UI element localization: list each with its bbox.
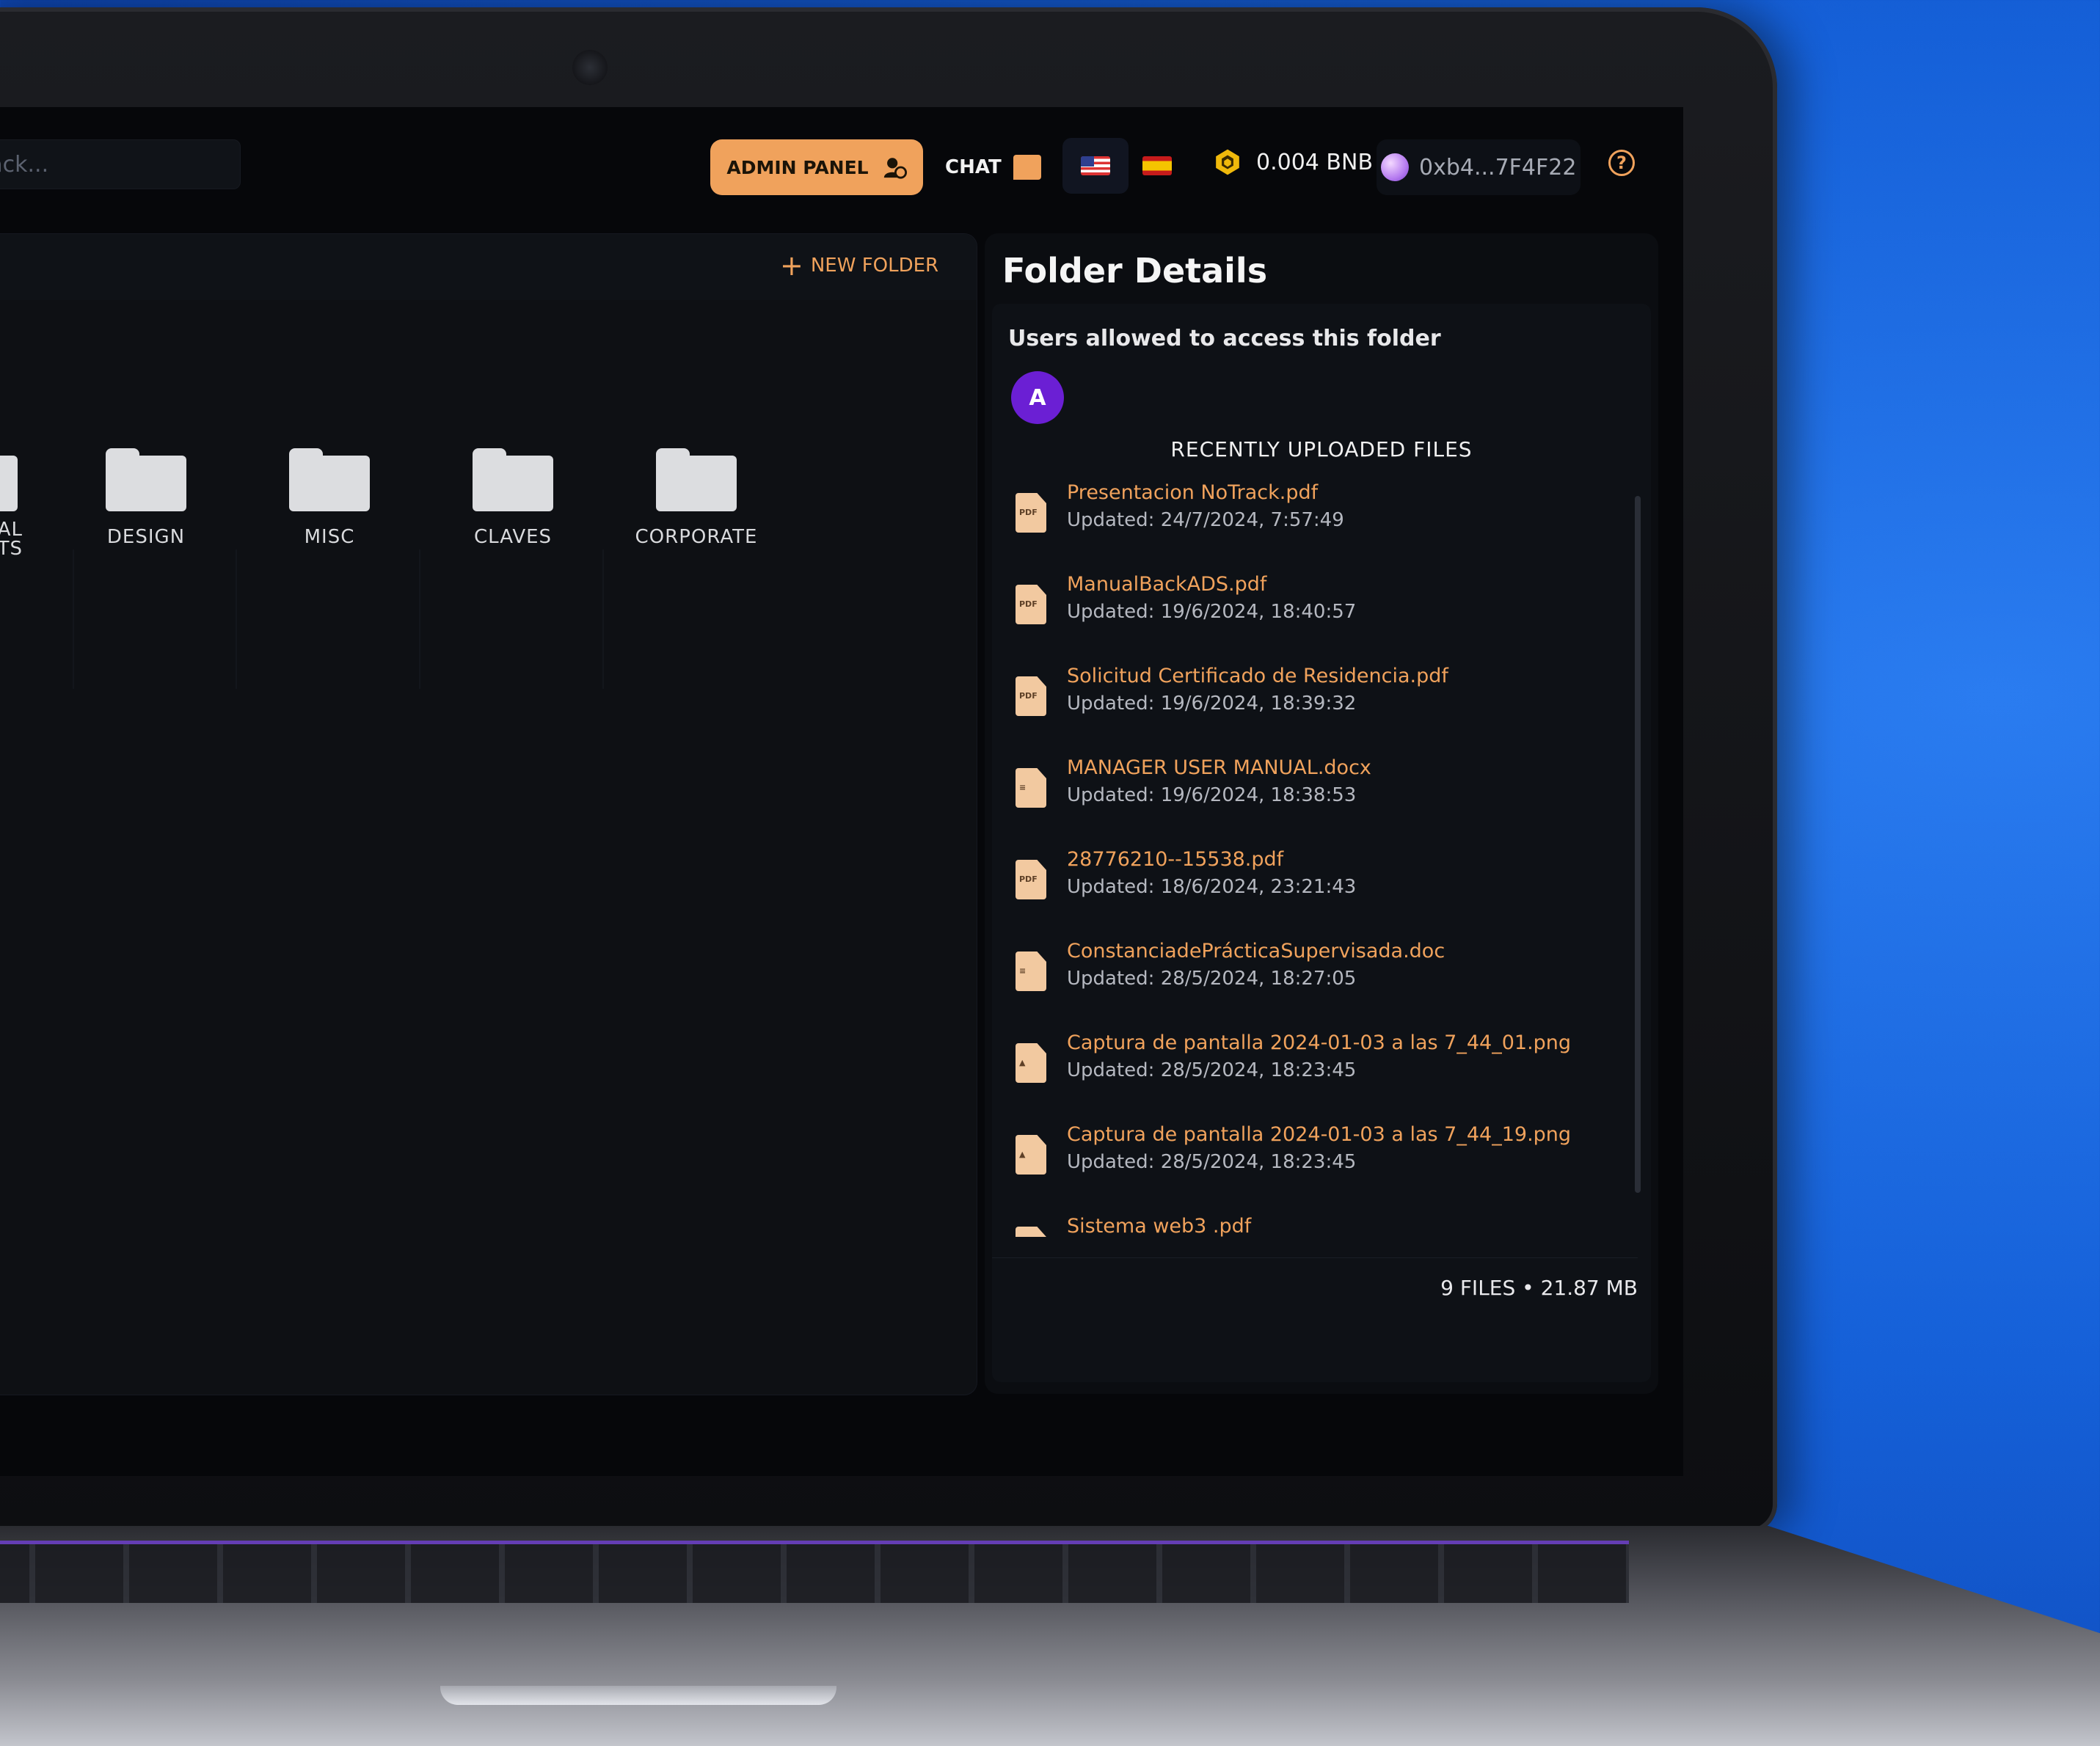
users-access-label: Users allowed to access this folder [1008, 326, 1441, 351]
folder-design[interactable]: DESIGN [74, 448, 218, 548]
file-updated: Updated: 19/6/2024, 18:39:32 [1067, 693, 1357, 715]
file-name: Captura de pantalla 2024-01-03 a las 7_4… [1067, 1031, 1572, 1054]
language-es-button[interactable] [1124, 138, 1190, 194]
file-name: Solicitud Certificado de Residencia.pdf [1067, 665, 1448, 687]
chat-button[interactable]: CHAT [945, 153, 1041, 182]
help-icon[interactable]: ? [1608, 150, 1635, 176]
file-name: Presentacion NoTrack.pdf [1067, 481, 1319, 504]
image-file-icon: ▲ [1016, 1043, 1046, 1083]
new-folder-button[interactable]: + NEW FOLDER [780, 249, 939, 282]
files-summary: 9 FILES • 21.87 MB [992, 1257, 1638, 1300]
file-item[interactable]: ≡ ConstanciadePrácticaSupervisada.doc Up… [1016, 940, 1617, 1013]
language-en-button[interactable] [1062, 138, 1129, 194]
pdf-file-icon: PDF [1016, 860, 1046, 899]
plus-icon: + [780, 249, 803, 282]
balance-value: 0.004 BNB [1256, 149, 1374, 175]
folder-icon [0, 448, 18, 511]
folders-panel-header: + NEW FOLDER [0, 234, 977, 300]
folder-corporate[interactable]: CORPORATE [624, 448, 768, 548]
doc-file-icon: ≡ [1016, 768, 1046, 808]
file-item[interactable]: PDF Presentacion NoTrack.pdf Updated: 24… [1016, 481, 1617, 555]
file-item[interactable]: ▲ Captura de pantalla 2024-01-03 a las 7… [1016, 1031, 1617, 1105]
file-updated: Updated: 19/6/2024, 18:40:57 [1067, 601, 1357, 623]
file-name: MANAGER USER MANUAL.docx [1067, 756, 1371, 779]
file-name: 28776210--15538.pdf [1067, 848, 1284, 871]
admin-panel-button[interactable]: ADMIN PANEL [710, 139, 923, 195]
file-updated: Updated: 28/5/2024, 18:27:05 [1067, 968, 1357, 990]
laptop-notch [440, 1686, 836, 1705]
divider [236, 549, 237, 689]
pdf-file-icon: PDF [1016, 676, 1046, 716]
file-name: ManualBackADS.pdf [1067, 573, 1267, 596]
folders-panel: + NEW FOLDER AL MENTS DESIGN MISC [0, 233, 977, 1395]
chat-icon [1013, 155, 1041, 180]
file-updated: Updated: 28/5/2024, 18:23:45 [1067, 1059, 1357, 1081]
bnb-icon [1216, 149, 1239, 175]
folder-label: CLAVES [473, 526, 553, 548]
folder-icon [106, 448, 186, 511]
new-folder-label: NEW FOLDER [810, 255, 939, 277]
file-item[interactable]: PDF ManualBackADS.pdf Updated: 19/6/2024… [1016, 573, 1617, 646]
search-input[interactable]: Track... [0, 139, 241, 189]
camera [572, 50, 608, 85]
file-item[interactable]: ▲ Captura de pantalla 2024-01-03 a las 7… [1016, 1123, 1617, 1197]
user-avatar[interactable]: A [1011, 371, 1064, 424]
folder-claves[interactable]: CLAVES [441, 448, 585, 548]
divider [419, 549, 420, 689]
admin-panel-label: ADMIN PANEL [726, 156, 869, 178]
files-scrollbar[interactable] [1635, 496, 1641, 1193]
folder-label: AL MENTS [0, 519, 23, 560]
laptop-lid: Track... ADMIN PANEL CHAT [0, 7, 1777, 1533]
file-name: ConstanciadePrácticaSupervisada.doc [1067, 940, 1445, 963]
folder-label: CORPORATE [635, 526, 758, 548]
balance-display: 0.004 BNB [1214, 148, 1373, 176]
spain-flag-icon [1142, 156, 1172, 175]
folder-icon [656, 448, 737, 511]
file-updated: Updated: 24/7/2024, 7:57:49 [1067, 509, 1344, 531]
chat-label: CHAT [945, 156, 1002, 178]
file-item[interactable]: PDF 28776210--15538.pdf Updated: 18/6/20… [1016, 848, 1617, 921]
divider [602, 549, 604, 689]
file-item[interactable]: ≡ MANAGER USER MANUAL.docx Updated: 19/6… [1016, 756, 1617, 830]
folder-details-panel: Folder Details Users allowed to access t… [985, 233, 1658, 1394]
folder-details-title: Folder Details [1002, 251, 1268, 291]
wallet-avatar-icon [1381, 153, 1409, 181]
file-name: Captura de pantalla 2024-01-03 a las 7_4… [1067, 1123, 1572, 1146]
doc-file-icon: ≡ [1016, 951, 1046, 991]
file-updated: Updated: 18/6/2024, 23:21:43 [1067, 876, 1357, 898]
laptop-keyboard [0, 1541, 1629, 1603]
admin-shield-icon [883, 158, 907, 179]
file-updated: Updated: 19/6/2024, 18:38:53 [1067, 784, 1357, 806]
image-file-icon: ▲ [1016, 1135, 1046, 1175]
file-name: Sistema web3 .pdf [1067, 1215, 1252, 1237]
folder-icon [289, 448, 370, 511]
us-flag-icon [1081, 156, 1110, 175]
file-item[interactable]: PDF Solicitud Certificado de Residencia.… [1016, 665, 1617, 738]
folder-documents[interactable]: AL MENTS [0, 448, 49, 558]
recent-files-heading: RECENTLY UPLOADED FILES [1170, 437, 1473, 461]
recent-files-list: PDF Presentacion NoTrack.pdf Updated: 24… [992, 474, 1638, 1237]
top-bar: Track... ADMIN PANEL CHAT [0, 107, 1683, 232]
pdf-file-icon: PDF [1016, 1227, 1046, 1237]
folder-misc[interactable]: MISC [258, 448, 401, 548]
pdf-file-icon: PDF [1016, 493, 1046, 533]
folder-icon [473, 448, 553, 511]
wallet-address: 0xb4...7F4F22 [1419, 154, 1577, 180]
folder-details-card: Users allowed to access this folder A RE… [992, 304, 1651, 1382]
app-screen: Track... ADMIN PANEL CHAT [0, 107, 1683, 1476]
pdf-file-icon: PDF [1016, 585, 1046, 624]
wallet-button[interactable]: 0xb4...7F4F22 [1377, 139, 1581, 195]
divider [73, 549, 74, 689]
folder-label: DESIGN [106, 526, 186, 548]
folder-label: MISC [304, 526, 355, 548]
file-updated: Updated: 28/5/2024, 18:23:45 [1067, 1151, 1357, 1173]
file-item[interactable]: PDF Sistema web3 .pdf [1016, 1215, 1617, 1237]
